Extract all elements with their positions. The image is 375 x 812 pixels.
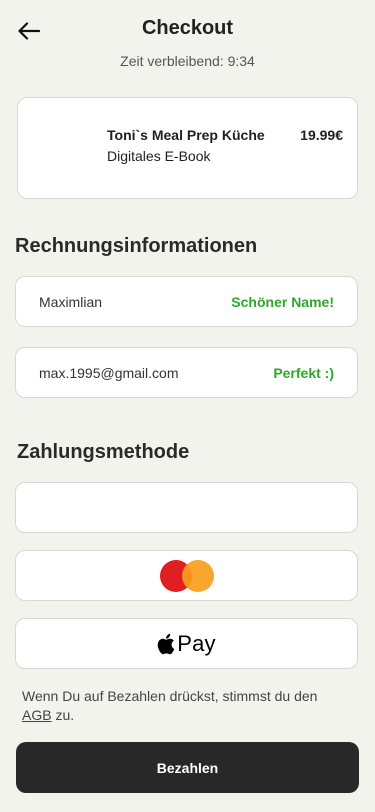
payment-option-blank[interactable] <box>15 482 358 533</box>
email-hint: Perfekt :) <box>273 364 334 381</box>
email-value: max.1995@gmail.com <box>39 364 179 381</box>
email-field[interactable]: max.1995@gmail.com Perfekt :) <box>15 347 358 398</box>
terms-suffix: zu. <box>55 707 75 723</box>
product-card: Toni`s Meal Prep Küche Digitales E-Book … <box>17 97 358 199</box>
name-hint: Schöner Name! <box>231 293 334 310</box>
terms-prefix: Wenn Du auf Bezahlen drückst, stimmst du… <box>22 688 318 704</box>
terms-link[interactable]: AGB <box>22 707 52 723</box>
payment-option-apple-pay[interactable]: Pay <box>15 618 358 669</box>
pay-button-label: Bezahlen <box>156 759 219 776</box>
name-field[interactable]: Maximlian Schöner Name! <box>15 276 358 327</box>
mastercard-icon <box>159 559 214 593</box>
apple-icon <box>157 633 175 654</box>
page-title: Checkout <box>141 17 234 39</box>
apple-pay-label: Pay <box>177 630 216 656</box>
billing-section-title: Rechnungsinformationen <box>15 235 258 257</box>
header: Checkout Zeit verbleibend: 9:34 <box>0 0 375 80</box>
product-name: Toni`s Meal Prep Küche <box>107 127 265 143</box>
payment-option-mastercard[interactable] <box>15 550 358 601</box>
pay-button[interactable]: Bezahlen <box>16 742 359 793</box>
product-price: 19.99€ <box>300 127 343 143</box>
payment-section-title: Zahlungsmethode <box>17 441 190 463</box>
apple-pay-logo: Pay <box>157 631 216 657</box>
terms-text: Wenn Du auf Bezahlen drückst, stimmst du… <box>22 687 322 725</box>
timer-label: Zeit verbleibend: 9:34 <box>120 53 255 69</box>
name-value: Maximlian <box>39 293 103 310</box>
product-type: Digitales E-Book <box>107 148 211 164</box>
